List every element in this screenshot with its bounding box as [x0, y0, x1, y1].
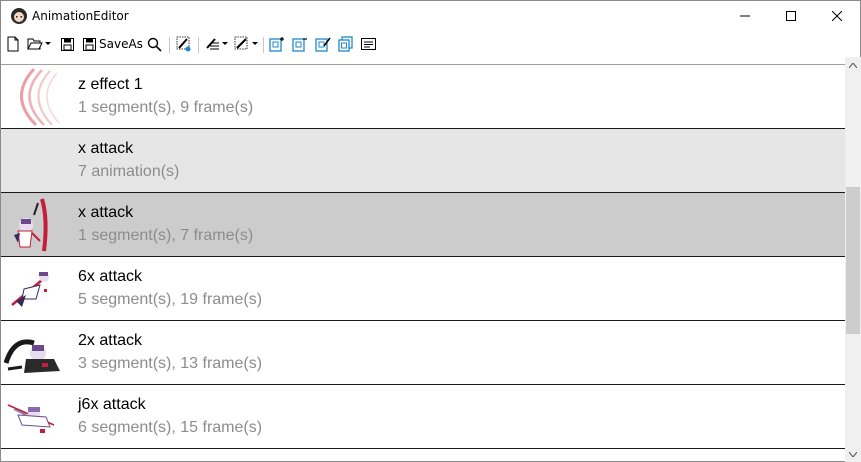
save-icon — [61, 37, 74, 51]
brush-add-icon — [176, 36, 191, 52]
minimize-button[interactable] — [722, 1, 768, 31]
frame-remove-icon — [292, 38, 307, 52]
vertical-scrollbar[interactable] — [845, 57, 861, 462]
item-description: 1 segment(s), 7 frame(s) — [78, 227, 254, 244]
duplicate-frame-button[interactable] — [338, 35, 354, 53]
brush-dropdown[interactable] — [234, 35, 258, 53]
save-button[interactable] — [61, 35, 74, 53]
frame-edit-icon — [315, 37, 331, 52]
list-item[interactable]: z effect 1 1 segment(s), 9 frame(s) — [1, 65, 845, 129]
brush-layers-icon — [206, 38, 219, 50]
brush-icon — [234, 36, 248, 50]
frame-duplicate-icon — [338, 36, 353, 52]
item-name: 6x attack — [78, 268, 143, 285]
new-file-icon — [7, 36, 19, 52]
minimize-icon — [740, 15, 750, 17]
list-group-item[interactable]: x attack 7 animation(s) — [1, 129, 845, 193]
properties-button[interactable] — [361, 35, 376, 53]
item-description: 3 segment(s), 13 frame(s) — [78, 355, 263, 372]
item-description: 7 animation(s) — [78, 163, 180, 180]
edit-frame-button[interactable] — [315, 35, 331, 53]
slash-effect-thumb-icon — [4, 67, 64, 127]
save-as-button[interactable]: SaveAs — [83, 35, 143, 53]
list-item[interactable]: 6x attack 5 segment(s), 19 frame(s) — [1, 257, 845, 321]
save-as-label: SaveAs — [99, 37, 143, 51]
title-bar[interactable]: AnimationEditor — [1, 1, 860, 31]
toolbar-separator — [198, 37, 199, 53]
app-window: AnimationEditor SaveAs z effect 1 1 segm… — [0, 0, 861, 462]
item-description: 5 segment(s), 19 frame(s) — [78, 291, 263, 308]
list-item-selected[interactable]: x attack 1 segment(s), 7 frame(s) — [1, 193, 845, 257]
character-thumb-icon — [4, 259, 64, 319]
item-name: z effect 1 — [78, 76, 143, 93]
save-as-icon — [83, 37, 96, 51]
toolbar-separator — [169, 37, 170, 53]
item-name: j6x attack — [78, 396, 146, 413]
scroll-down-button[interactable] — [845, 446, 861, 462]
item-name: x attack — [78, 140, 134, 157]
search-button[interactable] — [147, 35, 162, 53]
close-icon — [832, 11, 842, 21]
remove-frame-button[interactable] — [292, 35, 308, 53]
frame-add-icon — [269, 37, 284, 52]
character-thumb-icon — [4, 387, 64, 447]
character-thumb-icon — [4, 195, 64, 255]
open-folder-icon — [27, 38, 43, 50]
toolbar: SaveAs — [1, 31, 860, 57]
scroll-up-button[interactable] — [845, 57, 861, 74]
open-folder-button[interactable] — [27, 35, 51, 53]
maximize-button[interactable] — [768, 1, 814, 31]
app-avatar-icon — [10, 7, 28, 25]
toolbar-separator — [263, 37, 264, 53]
list-item[interactable]: 2x attack 3 segment(s), 13 frame(s) — [1, 321, 845, 385]
chevron-down-icon — [849, 452, 857, 457]
animation-list[interactable]: z effect 1 1 segment(s), 9 frame(s) x at… — [1, 64, 845, 462]
window-title: AnimationEditor — [32, 9, 129, 23]
chevron-up-icon — [849, 63, 857, 68]
chevron-down-icon — [45, 42, 51, 45]
add-frame-button[interactable] — [269, 35, 285, 53]
add-brush-button[interactable] — [176, 35, 192, 53]
chevron-down-icon — [252, 42, 258, 45]
list-item[interactable]: j6x attack 6 segment(s), 15 frame(s) — [1, 385, 845, 449]
item-name: 2x attack — [78, 332, 143, 349]
search-icon — [147, 37, 162, 52]
maximize-icon — [786, 11, 796, 21]
list-properties-icon — [361, 38, 376, 50]
chevron-down-icon — [222, 42, 228, 45]
item-name: x attack — [78, 204, 134, 221]
item-description: 6 segment(s), 15 frame(s) — [78, 419, 263, 436]
layer-brush-dropdown[interactable] — [204, 35, 228, 53]
new-file-button[interactable] — [6, 35, 20, 53]
scrollbar-thumb[interactable] — [846, 187, 860, 334]
character-thumb-icon — [3, 323, 64, 383]
close-button[interactable] — [814, 1, 860, 31]
item-description: 1 segment(s), 9 frame(s) — [78, 99, 254, 116]
